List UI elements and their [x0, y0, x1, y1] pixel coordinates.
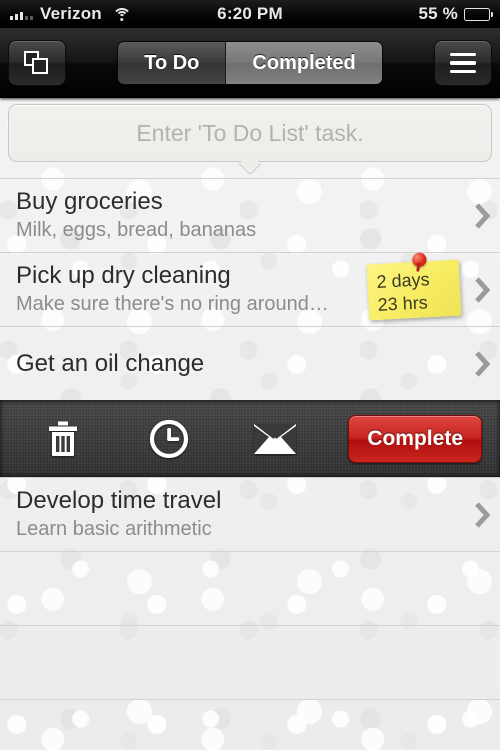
empty-row — [0, 625, 500, 699]
chevron-right-icon — [464, 276, 500, 303]
lists-button[interactable] — [8, 40, 66, 86]
empty-row — [0, 699, 500, 750]
battery-icon — [464, 7, 493, 21]
note-line-2: 23 hrs — [377, 291, 429, 315]
table-row[interactable]: Pick up dry cleaning Make sure there's n… — [0, 251, 500, 326]
task-subtitle: Milk, eggs, bread, bananas — [16, 218, 257, 241]
task-entry-container: Enter 'To Do List' task. — [0, 98, 500, 176]
task-title: Pick up dry cleaning — [16, 263, 231, 289]
app-screen: Verizon 6:20 PM 55 % To Do Completed Ent… — [0, 0, 500, 750]
task-subtitle: Make sure there's no ring around… — [16, 292, 329, 315]
delete-button[interactable] — [10, 420, 116, 458]
task-title: Buy groceries — [16, 189, 163, 215]
task-input-placeholder: Enter 'To Do List' task. — [136, 119, 364, 146]
row-text: Pick up dry cleaning Make sure there's n… — [16, 263, 368, 316]
menu-button[interactable] — [433, 40, 492, 86]
tab-to-do[interactable]: To Do — [118, 42, 226, 84]
task-title: Develop time travel — [16, 488, 222, 514]
chevron-right-icon — [464, 202, 500, 229]
trash-icon — [49, 421, 77, 456]
row-action-bar: Complete — [0, 400, 500, 477]
due-date-sticky-note: 2 days 23 hrs — [366, 251, 462, 320]
empty-row — [0, 551, 500, 625]
table-row[interactable]: Get an oil change — [0, 326, 500, 400]
table-row[interactable]: Buy groceries Milk, eggs, bread, bananas — [0, 178, 500, 252]
table-row[interactable]: Develop time travel Learn basic arithmet… — [0, 477, 500, 551]
tab-completed[interactable]: Completed — [225, 42, 382, 84]
complete-button[interactable]: Complete — [348, 414, 482, 463]
chevron-right-icon — [464, 501, 500, 528]
task-list: Buy groceries Milk, eggs, bread, bananas… — [0, 178, 500, 750]
battery-percent-label: 55 % — [418, 4, 458, 23]
clock-icon — [149, 419, 189, 458]
pushpin-icon — [412, 251, 427, 267]
navigation-bar: To Do Completed — [0, 28, 500, 98]
row-text: Get an oil change — [16, 352, 464, 376]
status-bar: Verizon 6:20 PM 55 % — [0, 0, 500, 28]
task-title: Get an oil change — [16, 351, 205, 376]
row-text: Buy groceries Milk, eggs, bread, bananas — [16, 189, 464, 242]
task-subtitle: Learn basic arithmetic — [16, 517, 212, 540]
status-bar-right: 55 % — [418, 4, 493, 24]
content-area: Enter 'To Do List' task. Buy groceries M… — [0, 98, 500, 750]
stacked-squares-icon — [24, 51, 50, 75]
view-segmented-control[interactable]: To Do Completed — [117, 41, 383, 85]
reminder-button[interactable] — [116, 419, 222, 459]
email-button[interactable] — [222, 423, 328, 454]
row-text: Develop time travel Learn basic arithmet… — [16, 488, 464, 541]
hamburger-menu-icon — [449, 52, 476, 74]
envelope-icon — [254, 423, 296, 454]
chevron-right-icon — [464, 350, 500, 377]
